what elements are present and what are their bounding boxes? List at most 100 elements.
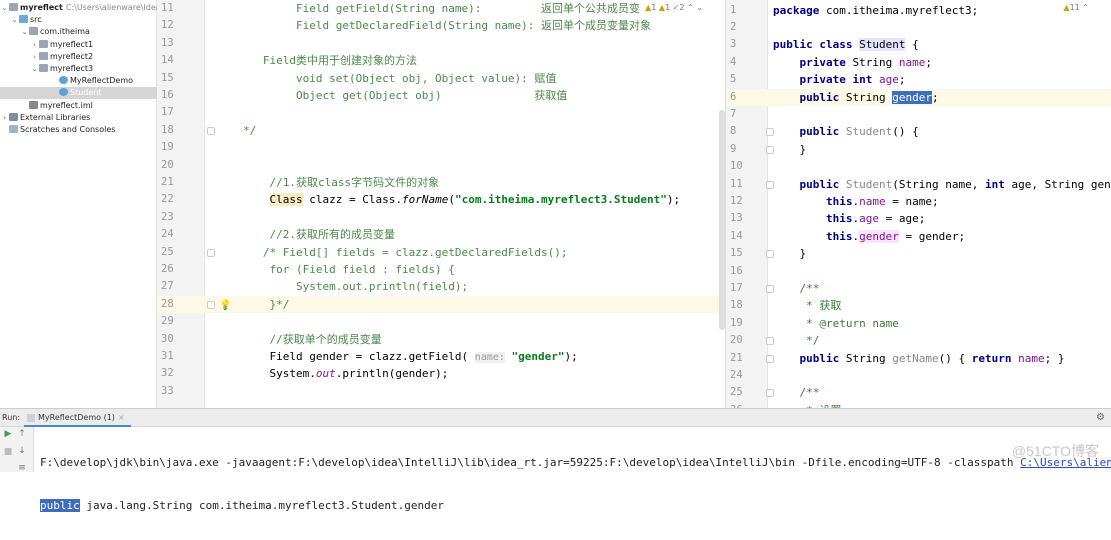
soft-wrap-icon[interactable]: ≡ — [16, 463, 28, 473]
code-line[interactable]: 15 } — [726, 245, 1111, 262]
code-text: } — [773, 245, 806, 262]
scroll-up-icon[interactable]: ↑ — [16, 429, 28, 439]
code-line[interactable]: 33 — [157, 383, 725, 400]
code-line[interactable]: 12 this.name = name; — [726, 193, 1111, 210]
code-line[interactable]: 25 /* Field[] fields = clazz.getDeclared… — [157, 244, 725, 261]
code-token: Field getField(String name): 返回单个公共成员变 — [243, 2, 641, 15]
tree-item-myreflectdemo[interactable]: MyReflectDemo — [0, 75, 157, 87]
code-line[interactable]: 7 — [726, 106, 1111, 123]
expand-arrow-icon[interactable]: ⌄ — [10, 14, 19, 26]
code-line[interactable]: 21 public String getName() { return name… — [726, 350, 1111, 367]
code-line[interactable]: 12 Field getDeclaredField(String name): … — [157, 17, 725, 34]
code-line[interactable]: 16 — [726, 263, 1111, 280]
code-line[interactable]: 14 Field类中用于创建对象的方法 — [157, 52, 725, 69]
code-token: Field getDeclaredField(String name): 返回单… — [243, 19, 652, 33]
code-token: public class — [773, 38, 853, 52]
line-number: 18 — [161, 123, 174, 136]
code-line[interactable]: 14 this.gender = gender; — [726, 228, 1111, 245]
code-line[interactable]: 24 — [726, 367, 1111, 384]
code-line[interactable]: 18 * 获取 — [726, 297, 1111, 314]
code-line[interactable]: 17 — [157, 104, 725, 121]
tree-item-src[interactable]: ⌄ src — [0, 14, 157, 26]
code-line[interactable]: 5 private int age; — [726, 71, 1111, 88]
code-line[interactable]: 1 package com.itheima.myreflect3; — [726, 2, 1111, 19]
code-line[interactable]: 3 public class Student { — [726, 36, 1111, 53]
project-path: C:\Users\alienware\IdeaProj — [65, 3, 157, 12]
tree-item-label: com.itheima — [40, 27, 90, 37]
code-line[interactable]: 29 — [157, 313, 725, 330]
code-line[interactable]: 10 — [726, 158, 1111, 175]
fold-marker-icon[interactable] — [207, 300, 215, 309]
inspection-widget[interactable]: ▲11 ⌃ — [1063, 3, 1089, 12]
tree-item-external-libraries[interactable]: › External Libraries — [0, 112, 157, 124]
code-line[interactable]: 22 Class clazz = Class.forName("com.ithe… — [157, 191, 725, 208]
prev-highlight-icon[interactable]: ⌃ — [687, 3, 694, 12]
expand-arrow-icon[interactable]: ⌄ — [0, 2, 9, 14]
tree-item-myreflect-iml[interactable]: myreflect.iml — [0, 100, 157, 112]
code-line[interactable]: 30 //获取单个的成员变量 — [157, 331, 725, 348]
intention-bulb-icon[interactable]: 💡 — [219, 297, 231, 314]
code-line[interactable]: 25 /** — [726, 384, 1111, 401]
gear-icon[interactable]: ⚙ — [1096, 409, 1105, 427]
tree-item-scratches-and-consoles[interactable]: Scratches and Consoles — [0, 124, 157, 136]
tree-item-myreflect3[interactable]: ⌄ myreflect3 — [0, 63, 157, 75]
inspection-widget[interactable]: ▲1 ▲1 ✓2 ⌃ ⌄ — [645, 3, 703, 12]
tree-item-student[interactable]: Student — [0, 87, 157, 100]
tab-myreflectdemo[interactable]: MyReflectDemo (1) × — [24, 409, 131, 427]
code-line[interactable]: 28 💡 }*/ — [157, 295, 725, 314]
close-tab-icon[interactable]: × — [118, 413, 125, 422]
code-line[interactable]: 27 System.out.println(field); — [157, 278, 725, 295]
code-line[interactable]: 15 void set(Object obj, Object value): 赋… — [157, 70, 725, 87]
code-line[interactable]: 31 Field gender = clazz.getField( name: … — [157, 348, 725, 365]
code-line[interactable]: 20 — [157, 157, 725, 174]
stop-icon[interactable]: ■ — [2, 447, 14, 457]
output-text: java.lang.String com.itheima.myreflect3.… — [79, 499, 444, 512]
code-line[interactable]: 2 — [726, 19, 1111, 36]
editor-student[interactable]: ▲11 ⌃ 1 package com.itheima.myreflect3; 2 3… — [725, 0, 1111, 408]
code-line[interactable]: 21 //1.获取class字节码文件的对象 — [157, 174, 725, 191]
code-line[interactable]: 32 System.out.println(gender); — [157, 365, 725, 382]
rerun-icon[interactable]: ▶ — [2, 429, 14, 439]
fold-marker-icon[interactable] — [207, 126, 215, 135]
code-line[interactable]: 23 — [157, 209, 725, 226]
expand-arrow-icon[interactable]: ⌄ — [20, 26, 29, 38]
code-line[interactable]: 11 public Student(String name, int age, … — [726, 176, 1111, 193]
line-number: 31 — [161, 350, 174, 362]
next-highlight-icon[interactable]: ⌄ — [696, 3, 703, 12]
prev-highlight-icon[interactable]: ⌃ — [1082, 3, 1089, 12]
code-text: package com.itheima.myreflect3; — [773, 2, 978, 19]
code-line[interactable]: 24 //2.获取所有的成员变量 — [157, 226, 725, 243]
tree-item-label: src — [30, 15, 42, 25]
scroll-down-icon[interactable]: ↓ — [16, 446, 28, 456]
code-line[interactable]: 13 this.age = age; — [726, 210, 1111, 227]
code-line[interactable]: 19 * @return name — [726, 315, 1111, 332]
editor-myreflectdemo[interactable]: ▲1 ▲1 ✓2 ⌃ ⌄ 11 Field getField(String na… — [157, 0, 725, 408]
code-text: */ — [243, 122, 256, 139]
code-line[interactable]: 26 for (Field field : fields) { — [157, 261, 725, 278]
code-line[interactable]: 9 } — [726, 141, 1111, 158]
code-line[interactable]: 16 Object get(Object obj) 获取值 — [157, 87, 725, 104]
console-output[interactable]: F:\develop\jdk\bin\java.exe -javaagent:F… — [40, 428, 1111, 540]
code-line[interactable]: 17 /** — [726, 280, 1111, 297]
expand-arrow-icon[interactable]: › — [0, 112, 9, 124]
code-line[interactable]: 11 Field getField(String name): 返回单个公共成员… — [157, 0, 725, 17]
code-line[interactable]: 19 — [157, 139, 725, 156]
code-line[interactable]: 18 */ — [157, 122, 725, 139]
code-line[interactable]: 8 public Student() { — [726, 123, 1111, 140]
tree-item-com-itheima[interactable]: ⌄ com.itheima — [0, 26, 157, 38]
tree-item-myreflect1[interactable]: › myreflect1 — [0, 39, 157, 51]
code-line[interactable]: 4 private String name; — [726, 54, 1111, 71]
folder-icon — [39, 39, 48, 48]
fold-marker-icon[interactable] — [207, 248, 215, 257]
code-line[interactable]: 6 public String gender; — [726, 88, 1111, 106]
expand-arrow-icon[interactable]: › — [30, 51, 39, 63]
code-line[interactable]: 20 */ — [726, 332, 1111, 349]
tree-item-myreflect[interactable]: ⌄ myreflectC:\Users\alienware\IdeaProj — [0, 2, 157, 14]
code-text: //2.获取所有的成员变量 — [243, 226, 395, 243]
expand-arrow-icon[interactable]: › — [30, 39, 39, 51]
code-line[interactable]: 13 — [157, 35, 725, 52]
tree-item-myreflect2[interactable]: › myreflect2 — [0, 51, 157, 63]
expand-arrow-icon[interactable]: ⌄ — [30, 63, 39, 75]
